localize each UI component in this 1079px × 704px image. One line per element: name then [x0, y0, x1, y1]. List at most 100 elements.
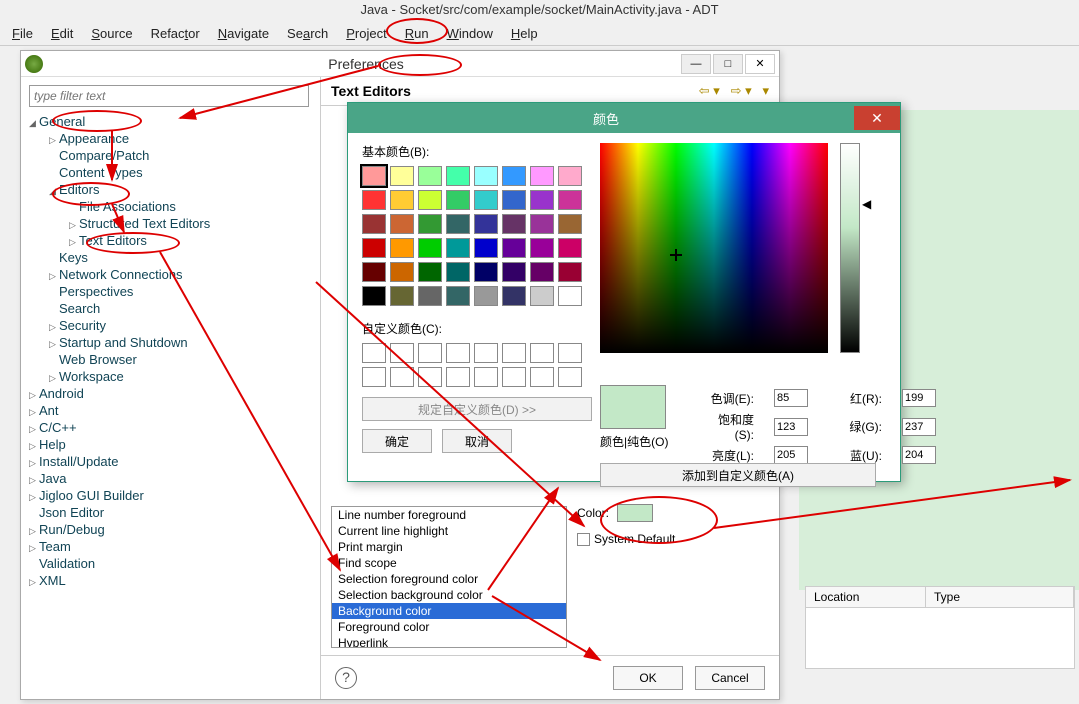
color-dialog-close[interactable]: ✕ — [854, 106, 900, 130]
blue-input[interactable] — [902, 446, 936, 464]
cancel-button[interactable]: Cancel — [695, 666, 765, 690]
color-swatch[interactable] — [390, 166, 414, 186]
color-swatch[interactable] — [446, 286, 470, 306]
color-swatch[interactable] — [362, 238, 386, 258]
color-swatch[interactable] — [418, 214, 442, 234]
color-swatch[interactable] — [558, 286, 582, 306]
color-swatch[interactable] — [530, 190, 554, 210]
menu-search[interactable]: Search — [279, 24, 336, 43]
menu-help[interactable]: Help — [503, 24, 546, 43]
color-swatch[interactable] — [362, 166, 386, 186]
color-swatch[interactable] — [530, 262, 554, 282]
color-swatch[interactable] — [558, 166, 582, 186]
prefs-tree[interactable]: ◢General ▷Appearance Compare/Patch Conte… — [25, 113, 316, 589]
color-swatch[interactable] — [390, 262, 414, 282]
sat-input[interactable] — [774, 418, 808, 436]
add-custom-color-button[interactable]: 添加到自定义颜色(A) — [600, 463, 876, 487]
color-swatch[interactable] — [446, 166, 470, 186]
list-item[interactable]: Line number foreground — [332, 507, 566, 523]
list-item[interactable]: Current line highlight — [332, 523, 566, 539]
filter-input[interactable] — [29, 85, 309, 107]
close-button[interactable]: ✕ — [745, 54, 775, 74]
color-swatch[interactable] — [558, 262, 582, 282]
color-swatch[interactable] — [390, 214, 414, 234]
color-swatch[interactable] — [418, 238, 442, 258]
color-swatch[interactable] — [390, 238, 414, 258]
menu-edit[interactable]: Edit — [43, 24, 81, 43]
color-swatch[interactable] — [474, 286, 498, 306]
help-icon[interactable]: ? — [335, 667, 357, 689]
color-preview — [600, 385, 666, 429]
list-item-selected[interactable]: Background color — [332, 603, 566, 619]
crosshair-icon — [670, 249, 682, 261]
color-swatch[interactable] — [502, 262, 526, 282]
color-swatch[interactable] — [446, 214, 470, 234]
list-item[interactable]: Selection background color — [332, 587, 566, 603]
menu-source[interactable]: Source — [83, 24, 140, 43]
luminance-slider[interactable] — [840, 143, 860, 353]
color-swatch[interactable] — [474, 166, 498, 186]
system-default-checkbox[interactable] — [577, 533, 590, 546]
red-input[interactable] — [902, 389, 936, 407]
color-swatch[interactable] — [446, 190, 470, 210]
maximize-button[interactable]: □ — [713, 54, 743, 74]
menu-window[interactable]: Window — [439, 24, 501, 43]
list-item[interactable]: Foreground color — [332, 619, 566, 635]
ok-button[interactable]: OK — [613, 666, 683, 690]
color-swatch[interactable] — [446, 262, 470, 282]
menu-navigate[interactable]: Navigate — [210, 24, 277, 43]
color-swatch[interactable] — [446, 238, 470, 258]
color-swatch[interactable] — [474, 238, 498, 258]
color-swatch[interactable] — [474, 190, 498, 210]
menu-file[interactable]: File — [4, 24, 41, 43]
color-swatch[interactable] — [362, 214, 386, 234]
color-swatch[interactable] — [530, 286, 554, 306]
hue-input[interactable] — [774, 389, 808, 407]
color-swatch[interactable] — [362, 262, 386, 282]
green-input[interactable] — [902, 418, 936, 436]
color-swatch[interactable] — [502, 238, 526, 258]
color-cancel-button[interactable]: 取消 — [442, 429, 512, 453]
color-swatch[interactable] — [418, 286, 442, 306]
color-swatch[interactable] — [530, 238, 554, 258]
color-swatch[interactable] — [502, 190, 526, 210]
color-swatch[interactable] — [474, 262, 498, 282]
color-swatch[interactable] — [558, 190, 582, 210]
menu-project[interactable]: Project — [338, 24, 394, 43]
color-swatch[interactable] — [418, 262, 442, 282]
list-item[interactable]: Selection foreground color — [332, 571, 566, 587]
color-swatch[interactable] — [502, 286, 526, 306]
menu-refactor[interactable]: Refactor — [143, 24, 208, 43]
system-default-label: System Default — [594, 532, 675, 546]
list-item[interactable]: Find scope — [332, 555, 566, 571]
color-gradient[interactable] — [600, 143, 828, 353]
color-swatch[interactable] — [530, 166, 554, 186]
color-swatch[interactable] — [502, 166, 526, 186]
color-swatch[interactable] — [362, 190, 386, 210]
appearance-options-list[interactable]: Line number foreground Current line high… — [331, 506, 567, 648]
color-swatch[interactable] — [558, 238, 582, 258]
color-swatch[interactable] — [390, 190, 414, 210]
lum-input[interactable] — [774, 446, 808, 464]
col-type[interactable]: Type — [926, 587, 1074, 607]
list-item[interactable]: Hyperlink — [332, 635, 566, 648]
color-swatch[interactable] — [474, 214, 498, 234]
color-picker-dialog: 颜色 ✕ 基本颜色(B): 自定义颜色(C): 规定自定义颜色(D) >> 确定… — [347, 102, 901, 482]
color-swatch[interactable] — [390, 286, 414, 306]
color-ok-button[interactable]: 确定 — [362, 429, 432, 453]
nav-arrows[interactable]: ⇦ ▾ ⇨ ▾ ▾ — [699, 83, 769, 99]
red-label: 红(R): — [828, 390, 882, 407]
color-swatch[interactable] — [502, 214, 526, 234]
list-item[interactable]: Print margin — [332, 539, 566, 555]
col-location[interactable]: Location — [806, 587, 926, 607]
color-swatch[interactable] — [530, 214, 554, 234]
color-swatch-button[interactable] — [617, 504, 653, 522]
minimize-button[interactable]: — — [681, 54, 711, 74]
color-swatch[interactable] — [558, 214, 582, 234]
define-custom-button[interactable]: 规定自定义颜色(D) >> — [362, 397, 592, 421]
color-swatch[interactable] — [362, 286, 386, 306]
color-swatch[interactable] — [418, 166, 442, 186]
menu-run[interactable]: Run — [397, 24, 437, 43]
color-label: Color: — [577, 506, 609, 520]
color-swatch[interactable] — [418, 190, 442, 210]
